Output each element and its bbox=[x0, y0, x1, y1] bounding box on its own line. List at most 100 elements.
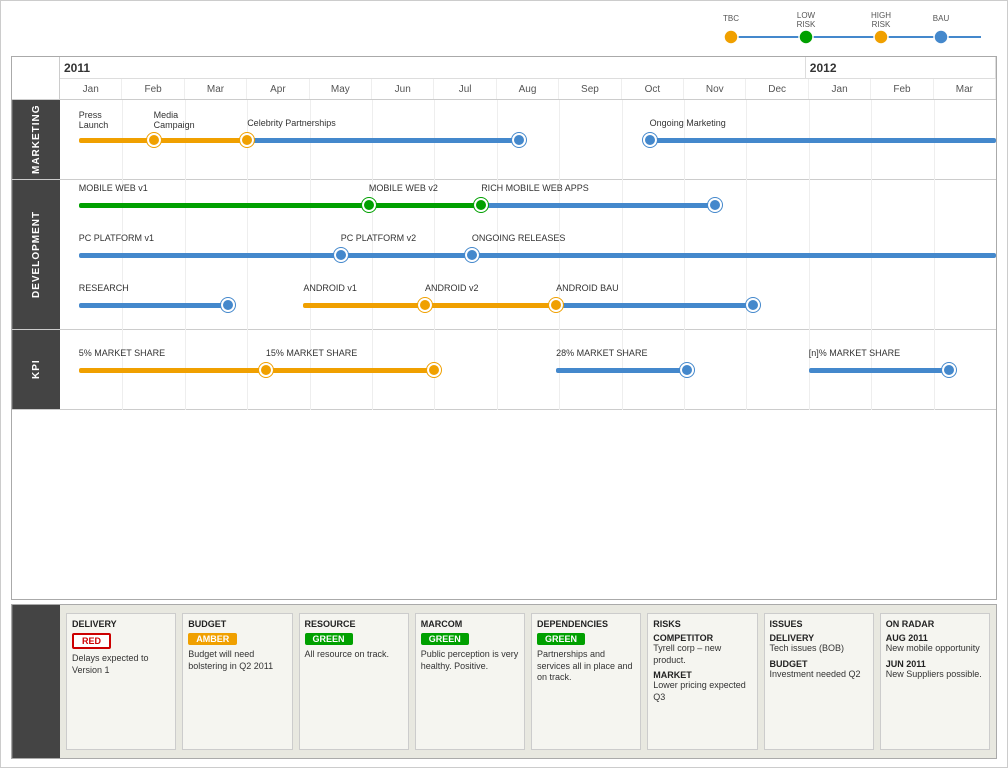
years-months: 20112012 JanFebMarAprMayJunJulAugSepOctN… bbox=[60, 57, 996, 99]
bar-label: RESEARCH bbox=[79, 283, 129, 293]
bar-label: 28% MARKET SHARE bbox=[556, 348, 647, 358]
timeline-bar bbox=[481, 203, 715, 208]
month-Feb-13: Feb bbox=[871, 79, 933, 99]
dash-subitem-text-issues-0: Tech issues (BOB) bbox=[770, 643, 868, 655]
timeline-area: 20112012 JanFebMarAprMayJunJulAugSepOctN… bbox=[11, 56, 997, 600]
month-Mar-14: Mar bbox=[934, 79, 996, 99]
timeline-bar bbox=[266, 368, 434, 373]
dash-card-title-on-radar: ON RADAR bbox=[886, 619, 984, 629]
month-Jan-0: Jan bbox=[60, 79, 122, 99]
timeline-node bbox=[427, 363, 441, 377]
dash-card-dependencies: DEPENDENCIESGREENPartnerships and servic… bbox=[531, 613, 641, 750]
month-Sep-8: Sep bbox=[559, 79, 621, 99]
timeline-node bbox=[746, 298, 760, 312]
dash-subitem-text-issues-1: Investment needed Q2 bbox=[770, 669, 868, 681]
svg-text:HIGHRISK: HIGHRISK bbox=[871, 11, 891, 29]
legend-svg: TBCLOWRISKHIGHRISKBAU bbox=[711, 9, 991, 49]
timeline-node bbox=[680, 363, 694, 377]
swimlanes-container: MARKETINGPressLaunchMediaCampaignCelebri… bbox=[12, 100, 996, 599]
timeline-bar bbox=[79, 138, 154, 143]
status-badge-marcom: GREEN bbox=[421, 633, 469, 645]
dash-subitem-issues-1: BUDGETInvestment needed Q2 bbox=[770, 659, 868, 681]
dash-card-title-risks: RISKS bbox=[653, 619, 751, 629]
dash-card-title-issues: ISSUES bbox=[770, 619, 868, 629]
timeline-bar bbox=[79, 253, 341, 258]
dash-subitem-text-on-radar-0: New mobile opportunity bbox=[886, 643, 984, 655]
swimlane-marketing: MARKETINGPressLaunchMediaCampaignCelebri… bbox=[12, 100, 996, 180]
months-row: JanFebMarAprMayJunJulAugSepOctNovDecJanF… bbox=[60, 79, 996, 99]
timeline-header: 20112012 JanFebMarAprMayJunJulAugSepOctN… bbox=[12, 57, 996, 100]
dash-card-text-dependencies: Partnerships and services all in place a… bbox=[537, 649, 635, 684]
swimlane-label-marketing: MARKETING bbox=[12, 100, 60, 179]
month-Dec-11: Dec bbox=[746, 79, 808, 99]
dash-subitem-title-issues-0: DELIVERY bbox=[770, 633, 868, 643]
bar-label: MOBILE WEB v1 bbox=[79, 183, 148, 193]
timeline-bar bbox=[650, 138, 996, 143]
timeline-bar bbox=[79, 203, 369, 208]
dash-card-title-marcom: MARCOM bbox=[421, 619, 519, 629]
bar-label: ONGOING RELEASES bbox=[472, 233, 566, 243]
status-badge-dependencies: GREEN bbox=[537, 633, 585, 645]
year-2011: 2011 bbox=[60, 57, 806, 78]
dash-card-delivery: DELIVERYREDDelays expected to Version 1 bbox=[66, 613, 176, 750]
dash-subitem-on-radar-0: AUG 2011New mobile opportunity bbox=[886, 633, 984, 655]
bar-label: PressLaunch bbox=[79, 110, 109, 130]
dash-card-title-budget: BUDGET bbox=[188, 619, 286, 629]
dash-subitem-risks-1: MARKETLower pricing expected Q3 bbox=[653, 670, 751, 703]
timeline-node bbox=[474, 198, 488, 212]
month-Aug-7: Aug bbox=[497, 79, 559, 99]
dash-subitem-title-risks-0: COMPETITOR bbox=[653, 633, 751, 643]
dash-subitem-text-on-radar-1: New Suppliers possible. bbox=[886, 669, 984, 681]
swimlane-content-marketing: PressLaunchMediaCampaignCelebrity Partne… bbox=[60, 100, 996, 180]
month-Nov-10: Nov bbox=[684, 79, 746, 99]
status-badge-budget: AMBER bbox=[188, 633, 237, 645]
timeline-bar bbox=[79, 368, 266, 373]
bar-label: Ongoing Marketing bbox=[650, 118, 726, 128]
swimlane-development: DEVELOPMENTMOBILE WEB v1MOBILE WEB v2RIC… bbox=[12, 180, 996, 330]
status-badge-delivery: RED bbox=[72, 633, 111, 649]
dash-card-marcom: MARCOM GREEN Public perception is very hea… bbox=[415, 613, 525, 750]
status-badge-resource: GREEN bbox=[305, 633, 353, 645]
timeline-node bbox=[259, 363, 273, 377]
timeline-bar bbox=[425, 303, 556, 308]
dash-card-issues: ISSUES DELIVERYTech issues (BOB) BUDGETInv… bbox=[764, 613, 874, 750]
timeline-bar bbox=[303, 303, 425, 308]
dash-card-text-delivery: Delays expected to Version 1 bbox=[72, 653, 170, 676]
dash-subitem-title-on-radar-1: JUN 2011 bbox=[886, 659, 984, 669]
dash-card-risks: RISKS COMPETITORTyrell corp – new product… bbox=[647, 613, 757, 750]
dash-subitem-title-issues-1: BUDGET bbox=[770, 659, 868, 669]
swimlane-content-kpi: 5% MARKET SHARE 15% MARKET SHARE 28% MARKE… bbox=[60, 330, 996, 410]
month-Jun-5: Jun bbox=[372, 79, 434, 99]
bar-label: 5% MARKET SHARE bbox=[79, 348, 165, 358]
bar-label: [n]% MARKET SHARE bbox=[809, 348, 900, 358]
year-2012: 2012 bbox=[806, 57, 996, 78]
legend: TBCLOWRISKHIGHRISKBAU bbox=[711, 9, 991, 49]
grid-line bbox=[559, 100, 560, 180]
dashboard-label bbox=[12, 605, 60, 758]
timeline-node bbox=[465, 248, 479, 262]
timeline-bar bbox=[154, 138, 248, 143]
dash-card-text-resource: All resource on track. bbox=[305, 649, 403, 661]
timeline-bar bbox=[341, 253, 472, 258]
timeline-node bbox=[942, 363, 956, 377]
label-spacer bbox=[12, 57, 60, 99]
dash-subitem-text-risks-0: Tyrell corp – new product. bbox=[653, 643, 751, 666]
dash-subitem-risks-0: COMPETITORTyrell corp – new product. bbox=[653, 633, 751, 666]
month-Jul-6: Jul bbox=[434, 79, 496, 99]
timeline-bar bbox=[247, 138, 518, 143]
bar-label: RICH MOBILE WEB APPS bbox=[481, 183, 589, 193]
bar-label: MOBILE WEB v2 bbox=[369, 183, 438, 193]
grid-line bbox=[622, 100, 623, 180]
timeline-node bbox=[643, 133, 657, 147]
bar-label: MediaCampaign bbox=[154, 110, 195, 130]
dash-card-budget: BUDGETAMBERBudget will need bolstering i… bbox=[182, 613, 292, 750]
grid-line bbox=[746, 330, 747, 410]
svg-text:BAU: BAU bbox=[933, 14, 950, 23]
bar-label: ANDROID v1 bbox=[303, 283, 357, 293]
timeline-bar bbox=[809, 368, 949, 373]
swimlane-label-kpi: KPI bbox=[12, 330, 60, 409]
bar-label: 15% MARKET SHARE bbox=[266, 348, 357, 358]
timeline-bar bbox=[369, 203, 481, 208]
month-Mar-2: Mar bbox=[185, 79, 247, 99]
dash-card-text-marcom: Public perception is very healthy. Posit… bbox=[421, 649, 519, 672]
